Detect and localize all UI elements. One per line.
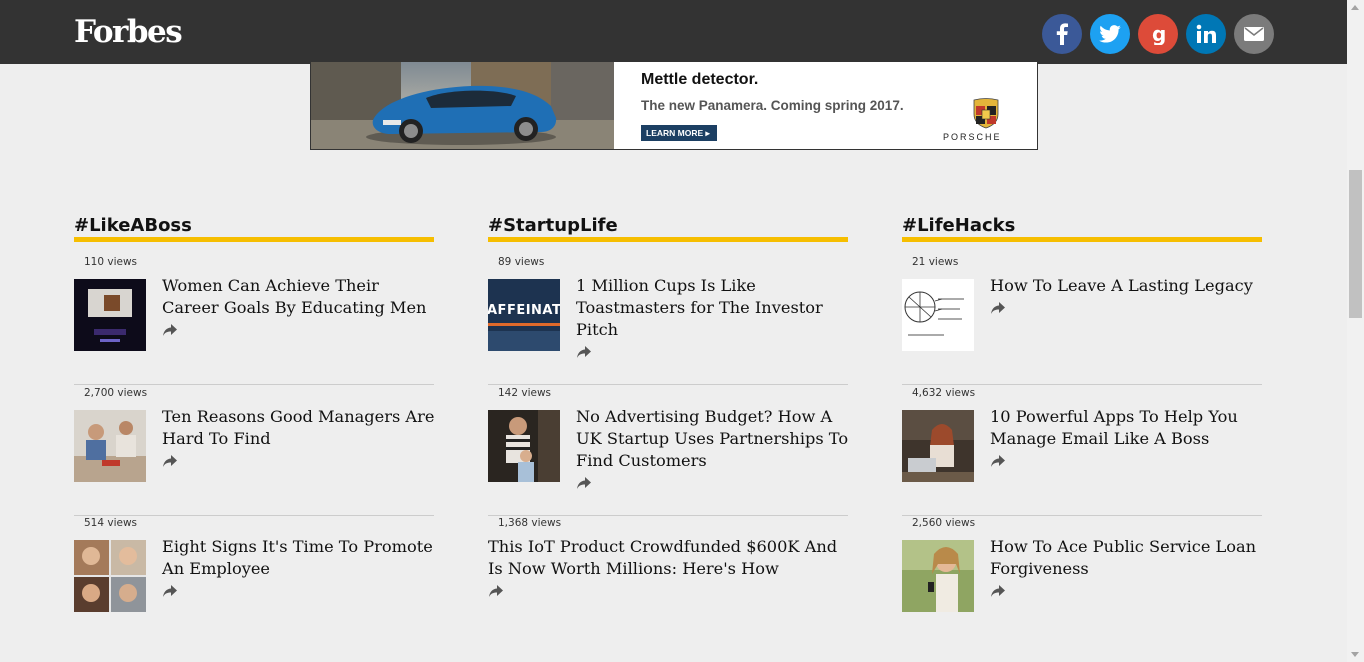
share-icon[interactable] (990, 454, 1006, 468)
article-thumbnail[interactable] (74, 279, 146, 351)
column-likeaboss: #LikeABoss 110 views Women Can Achieve T… (74, 212, 434, 612)
facebook-icon[interactable] (1042, 14, 1082, 54)
view-count: 2,700 views (84, 387, 148, 399)
article-title[interactable]: Eight Signs It's Time To Promote An Empl… (162, 536, 437, 598)
porsche-ad-banner[interactable]: Mettle detector. The new Panamera. Comin… (310, 61, 1038, 150)
view-count: 89 views (498, 256, 545, 268)
article-title[interactable]: 1 Million Cups Is Like Toastmasters for … (576, 275, 851, 359)
column-heading[interactable]: #LifeHacks (902, 212, 1262, 242)
share-icon[interactable] (990, 584, 1006, 598)
view-count: 110 views (84, 256, 138, 268)
view-count: 1,368 views (498, 517, 562, 529)
article-title[interactable]: How To Leave A Lasting Legacy (990, 275, 1265, 315)
scroll-down-icon[interactable] (1351, 652, 1359, 657)
article-thumbnail[interactable]: AFFEINATIN (488, 279, 560, 351)
article-item: 89 views AFFEINATIN 1 Million Cups Is Li… (488, 255, 848, 385)
view-count: 2,560 views (912, 517, 976, 529)
article-title[interactable]: How To Ace Public Service Loan Forgivene… (990, 536, 1265, 598)
ad-subline: The new Panamera. Coming spring 2017. (641, 98, 904, 113)
article-item: 4,632 views 10 Powerful Apps To Help You… (902, 386, 1262, 516)
share-icon[interactable] (162, 584, 178, 598)
scroll-up-icon[interactable] (1351, 5, 1359, 10)
article-title[interactable]: 10 Powerful Apps To Help You Manage Emai… (990, 406, 1265, 468)
article-item: 21 views How To Leave A Lasting Legacy (902, 255, 1262, 385)
view-count: 142 views (498, 387, 552, 399)
view-count: 21 views (912, 256, 959, 268)
email-icon[interactable] (1234, 14, 1274, 54)
scroll-thumb[interactable] (1349, 170, 1362, 318)
article-thumbnail[interactable] (74, 540, 146, 612)
share-icon[interactable] (162, 454, 178, 468)
linkedin-icon[interactable] (1186, 14, 1226, 54)
car-photo (311, 62, 614, 149)
article-thumbnail[interactable] (902, 279, 974, 351)
article-thumbnail[interactable] (902, 540, 974, 612)
porsche-crest-icon (973, 98, 999, 129)
twitter-icon[interactable] (1090, 14, 1130, 54)
site-header: Forbes g (0, 0, 1347, 64)
share-icon[interactable] (488, 584, 504, 598)
article-title[interactable]: No Advertising Budget? How A UK Startup … (576, 406, 851, 490)
article-thumbnail[interactable] (488, 410, 560, 482)
article-item: 110 views Women Can Achieve Their Career… (74, 255, 434, 385)
ad-brand: PORSCHE (943, 132, 1002, 142)
view-count: 4,632 views (912, 387, 976, 399)
article-thumbnail[interactable] (74, 410, 146, 482)
learn-more-button[interactable]: LEARN MORE ▸ (641, 125, 717, 141)
column-heading[interactable]: #StartupLife (488, 212, 848, 242)
share-icon[interactable] (990, 301, 1006, 315)
vertical-scrollbar[interactable] (1347, 0, 1364, 662)
share-icon[interactable] (576, 345, 592, 359)
article-item: 2,700 views Ten Reasons Good Managers Ar… (74, 386, 434, 516)
share-icon[interactable] (162, 323, 178, 337)
article-item: 142 views No Advertising Budget? How A U… (488, 386, 848, 516)
svg-text:g: g (1152, 23, 1166, 45)
article-item: 1,368 views This IoT Product Crowdfunded… (488, 516, 848, 646)
article-item: 514 views Eight Signs It's Time To Promo… (74, 516, 434, 646)
forbes-logo[interactable]: Forbes (74, 13, 183, 51)
article-item: 2,560 views How To Ace Public Service Lo… (902, 516, 1262, 646)
article-thumbnail[interactable] (902, 410, 974, 482)
article-title[interactable]: Women Can Achieve Their Career Goals By … (162, 275, 437, 337)
ad-headline: Mettle detector. (641, 71, 759, 88)
column-heading[interactable]: #LikeABoss (74, 212, 434, 242)
share-icon[interactable] (576, 476, 592, 490)
google-plus-icon[interactable]: g (1138, 14, 1178, 54)
thumbnail-caption: AFFEINATIN (488, 303, 560, 318)
column-lifehacks: #LifeHacks 21 views How To Leave A Lasti… (902, 212, 1262, 612)
article-title[interactable]: This IoT Product Crowdfunded $600K And I… (488, 536, 848, 598)
column-startuplife: #StartupLife 89 views AFFEINATIN 1 Milli… (488, 212, 848, 597)
view-count: 514 views (84, 517, 138, 529)
article-title[interactable]: Ten Reasons Good Managers Are Hard To Fi… (162, 406, 437, 468)
